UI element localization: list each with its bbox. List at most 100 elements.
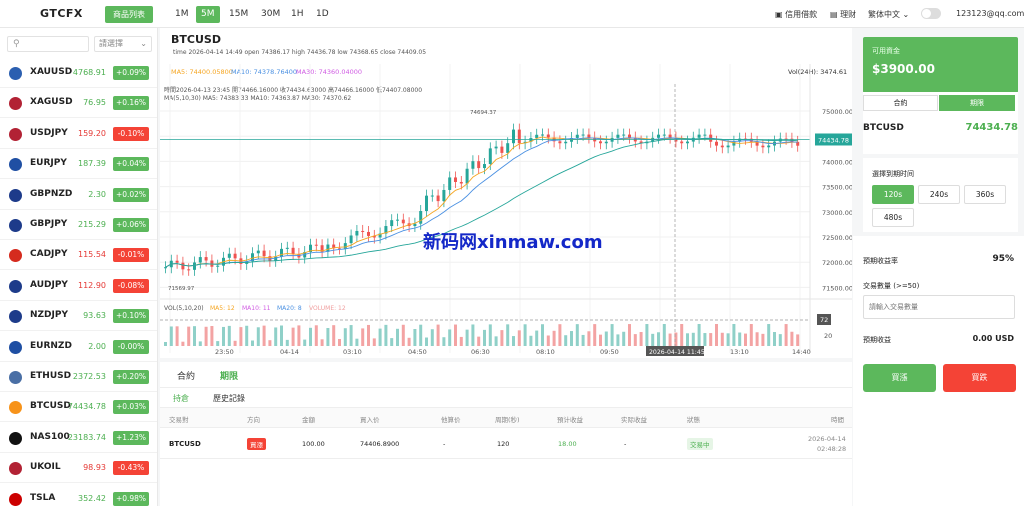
candle (668, 134, 672, 138)
symbol-row-cadjpy[interactable]: CADJPY 115.54 -0.01% (0, 240, 157, 271)
symbol-row-audjpy[interactable]: AUDJPY 112.90 -0.08% (0, 271, 157, 301)
subtab-history[interactable]: 歷史記錄 (213, 393, 245, 404)
candle (541, 134, 544, 136)
row-buy: 74406.8900 (360, 440, 400, 448)
flag-icon (9, 97, 22, 111)
language-select[interactable]: 繁体中文 ⌄ (868, 9, 909, 20)
candle (361, 230, 365, 232)
symbol-row-gbpjpy[interactable]: GBPJPY 215.29 +0.06% (0, 210, 157, 240)
symbol-row-xagusd[interactable]: XAGUSD 76.95 +0.16% (0, 88, 157, 119)
duration-120s[interactable]: 120s (872, 185, 914, 204)
symbol-row-eurjpy[interactable]: EURJPY 187.39 +0.04% (0, 149, 157, 180)
volume-bar (541, 324, 544, 346)
volume-bar (413, 329, 417, 346)
time-tick: 13:10 (730, 348, 749, 356)
search-input[interactable]: ⚲ (7, 36, 89, 52)
row-calc: - (443, 440, 446, 448)
row-period: 120 (497, 440, 510, 448)
divider (160, 387, 852, 388)
tab-contract-right[interactable]: 合約 (863, 95, 938, 111)
symbol-row-ethusd[interactable]: ETHUSD 2372.53 +0.20% (0, 362, 157, 392)
timeframe-1m[interactable]: 1M (170, 6, 194, 23)
symbol-row-usdjpy[interactable]: USDJPY 159.20 -0.10% (0, 119, 157, 149)
row-amount: 100.00 (302, 440, 325, 448)
candle (703, 134, 707, 136)
volume-bar (529, 335, 533, 346)
tab-contract[interactable]: 合約 (177, 369, 195, 382)
volume-bar (280, 325, 283, 346)
volume-bar (662, 324, 666, 346)
price-tick: 75000.00 (822, 108, 852, 116)
symbol-row-tsla[interactable]: TSLA 352.42 +0.98% (0, 484, 157, 506)
order-card: 預期收益率 95% 交易數量 (>=50) 預期收益 0.00 USD 買漲 買… (853, 236, 1024, 506)
volume-bar (454, 324, 457, 346)
change-badge: +1.23% (113, 430, 149, 445)
volume-bar (610, 324, 614, 346)
volume-bar (720, 332, 724, 346)
candle (187, 269, 191, 271)
tab-term-right[interactable]: 期限 (939, 95, 1015, 111)
duration-480s[interactable]: 480s (872, 208, 914, 227)
user-email[interactable]: 123123@qq.com (956, 9, 1024, 18)
candle (697, 134, 701, 138)
symbol-row-nzdjpy[interactable]: NZDJPY 93.63 +0.10% (0, 301, 157, 332)
volume-bar (755, 332, 759, 346)
col-pair: 交易對 (169, 416, 189, 424)
buy-down-button[interactable]: 買跌 (943, 364, 1016, 392)
timeframe-1h[interactable]: 1H (286, 6, 309, 23)
vol-ma10: MA10: 11 (242, 305, 271, 312)
category-select[interactable]: 請選擇 ⌄ (94, 36, 152, 52)
volume-bar (784, 324, 788, 346)
timeframe-30m[interactable]: 30M (256, 6, 285, 23)
volume-bar (616, 334, 620, 346)
symbol-row-eurnzd[interactable]: EURNZD 2.00 -0.00% (0, 332, 157, 362)
duration-240s[interactable]: 240s (918, 185, 960, 204)
timeframe-1d[interactable]: 1D (311, 6, 334, 23)
candle (500, 146, 504, 153)
flag-icon (9, 310, 22, 324)
volume-bar (407, 337, 411, 346)
symbol-row-gbpnzd[interactable]: GBPNZD 2.30 +0.02% (0, 180, 157, 210)
candle (349, 235, 353, 244)
candle (506, 143, 510, 153)
symbol-name: BTCUSD (30, 401, 71, 412)
candle (587, 134, 591, 138)
product-list-button[interactable]: 商品列表 (105, 6, 153, 23)
buy-up-button[interactable]: 買漲 (863, 364, 936, 392)
volume-bar (552, 330, 556, 346)
duration-360s[interactable]: 360s (964, 185, 1006, 204)
symbol-row-nas100[interactable]: NAS100 23183.74 +1.23% (0, 423, 157, 453)
timeframe-15m[interactable]: 15M (224, 6, 253, 23)
qty-input[interactable] (863, 295, 1015, 319)
col-amount: 金額 (302, 416, 315, 424)
volume-bar (535, 330, 539, 346)
credit-link[interactable]: ▣ 信用借款 (775, 9, 817, 20)
volume-bar (761, 333, 765, 346)
volume-bar (622, 331, 626, 346)
flag-icon (9, 67, 22, 80)
symbol-price: 187.39 (78, 159, 106, 169)
symbol-row-xauusd[interactable]: XAUUSD 4768.91 +0.09% (0, 58, 157, 88)
flag-icon (9, 340, 22, 354)
tab-term[interactable]: 期限 (220, 369, 238, 382)
volume-bar (523, 324, 527, 346)
volume-bar (425, 337, 428, 346)
volume-bar (216, 341, 220, 346)
timeframe-5m[interactable]: 5M (196, 6, 220, 23)
vol-header: VOL(5,10,20) (164, 305, 204, 312)
volume-bar (187, 326, 191, 346)
symbol-row-ukoil[interactable]: UKOIL 98.93 -0.43% (0, 453, 157, 484)
symbol-name: NZDJPY (30, 310, 68, 321)
time-tick: 06:30 (471, 348, 490, 356)
theme-toggle[interactable] (921, 8, 941, 19)
candle (291, 247, 295, 255)
symbol-row-btcusd[interactable]: BTCUSD 74434.78 +0.03% (0, 392, 157, 423)
candle (581, 134, 585, 136)
volume-bar (546, 335, 550, 346)
subtab-positions[interactable]: 持倉 (173, 393, 189, 404)
finance-link[interactable]: ▤ 理财 (830, 9, 856, 20)
volume-bar (599, 334, 602, 346)
col-status: 狀態 (687, 416, 700, 424)
volume-bar (726, 333, 730, 346)
table-row[interactable]: BTCUSD 買漲 100.00 74406.8900 - 120 18.00 … (160, 428, 852, 459)
